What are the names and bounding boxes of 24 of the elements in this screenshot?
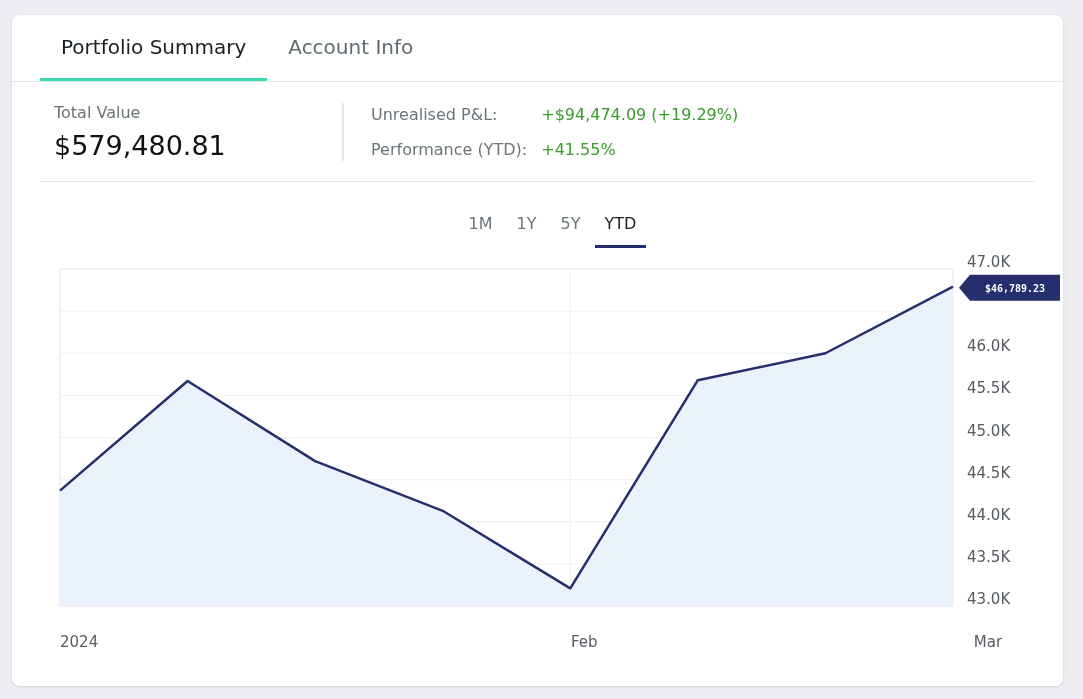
period-tab[interactable]: 1Y <box>506 210 547 248</box>
y-tick-label: 44.0K <box>967 505 1011 524</box>
metric-value: +$94,474.09 (+19.29%) <box>541 105 739 124</box>
price-badge: $46,789.23 <box>959 274 1060 301</box>
x-tick-label: Feb <box>571 633 598 651</box>
y-tick-label: 45.0K <box>967 421 1011 440</box>
y-tick-label: 44.5K <box>967 463 1011 482</box>
total-value: $579,480.81 <box>54 130 227 161</box>
y-tick-label: 46.0K <box>967 337 1011 356</box>
y-tick-label: 45.5K <box>967 379 1011 398</box>
tab[interactable]: Account Info <box>267 15 435 81</box>
y-tick-label: 43.5K <box>967 547 1011 566</box>
metric-label: Unrealised P&L: <box>371 105 499 124</box>
period-tab[interactable]: 1M <box>458 210 503 248</box>
total-value-label: Total Value <box>54 103 142 122</box>
period-tab[interactable]: 5Y <box>550 210 591 248</box>
x-tick-label: 2024 <box>60 633 99 651</box>
metric-label: Performance (YTD): <box>371 140 528 159</box>
y-tick-label: 47.0K <box>967 253 1011 271</box>
x-tick-label: Mar <box>973 633 1003 651</box>
tab[interactable]: Portfolio Summary <box>40 15 268 81</box>
y-tick-label: 43.0K <box>967 590 1011 608</box>
period-tab[interactable]: YTD <box>594 210 647 248</box>
metric-value: +41.55% <box>541 140 617 159</box>
